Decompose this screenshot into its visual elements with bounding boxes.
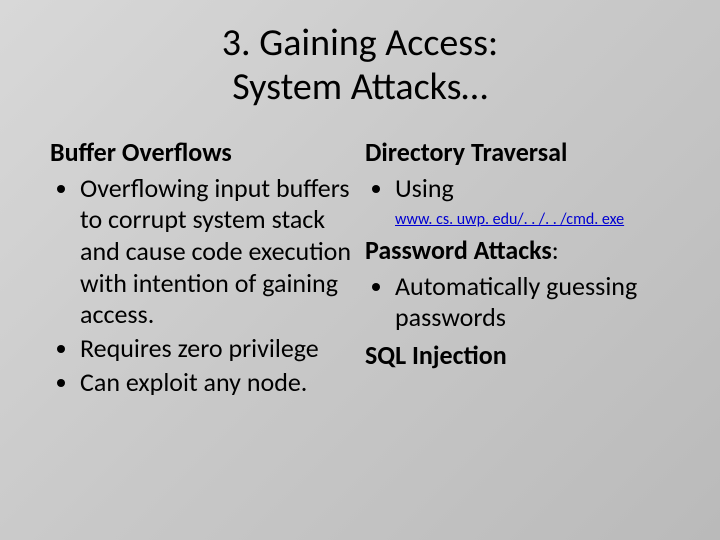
heading-buffer-overflows: Buffer Overflows bbox=[50, 137, 355, 168]
heading-colon: : bbox=[552, 234, 559, 266]
heading-password-attacks: Password Attacks: bbox=[365, 235, 670, 266]
slide-title: 3. Gaining Access: System Attacks… bbox=[50, 22, 670, 109]
left-column: Buffer Overflows Overflowing input buffe… bbox=[50, 137, 355, 404]
directory-bullets: Using bbox=[365, 173, 670, 205]
traversal-link[interactable]: www. cs. uwp. edu/. . /. . /cmd. exe bbox=[395, 210, 670, 229]
bullet-item: Can exploit any node. bbox=[80, 367, 355, 399]
bullet-item: Requires zero privilege bbox=[80, 333, 355, 365]
heading-text: Password Attacks bbox=[365, 234, 552, 266]
bullet-item: Using bbox=[395, 173, 670, 205]
left-bullets: Overflowing input buffers to corrupt sys… bbox=[50, 173, 355, 399]
slide: 3. Gaining Access: System Attacks… Buffe… bbox=[0, 0, 720, 540]
heading-sql-injection: SQL Injection bbox=[365, 340, 670, 371]
right-column: Directory Traversal Using www. cs. uwp. … bbox=[365, 137, 670, 404]
heading-directory-traversal: Directory Traversal bbox=[365, 137, 670, 168]
password-bullets: Automatically guessing passwords bbox=[365, 271, 670, 334]
bullet-item: Automatically guessing passwords bbox=[395, 271, 670, 334]
bullet-item: Overflowing input buffers to corrupt sys… bbox=[80, 173, 355, 332]
title-line-1: 3. Gaining Access: bbox=[222, 20, 498, 66]
content-columns: Buffer Overflows Overflowing input buffe… bbox=[50, 137, 670, 404]
title-line-2: System Attacks… bbox=[232, 64, 487, 110]
